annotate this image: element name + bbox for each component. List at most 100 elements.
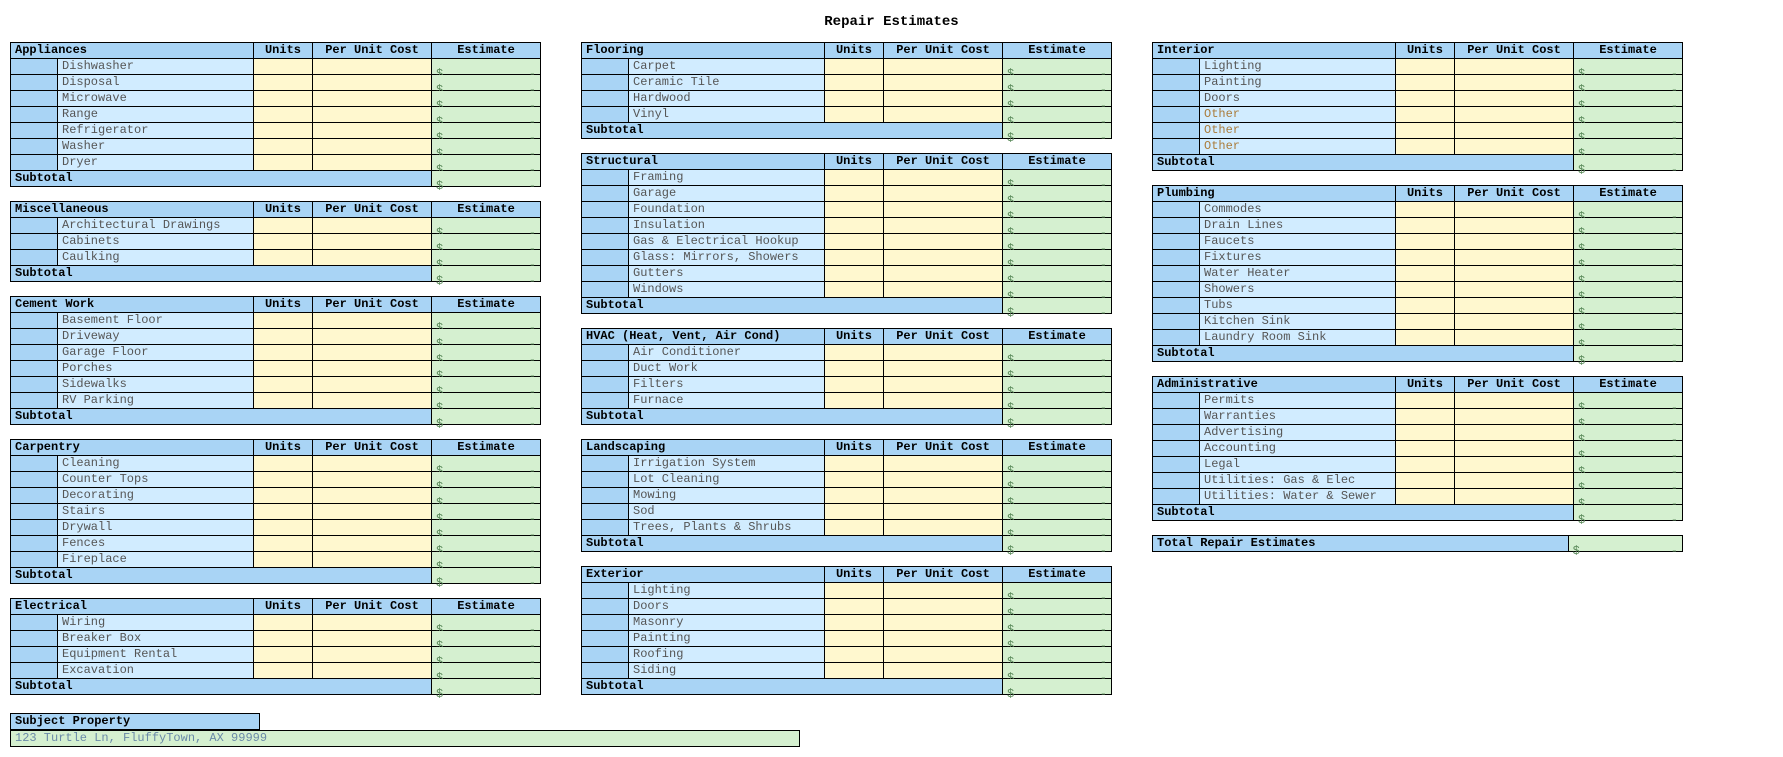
per-unit-cost-input[interactable]: [884, 234, 1003, 250]
units-input[interactable]: [254, 520, 313, 536]
per-unit-cost-input[interactable]: [884, 202, 1003, 218]
units-input[interactable]: [825, 282, 884, 298]
per-unit-cost-input[interactable]: [1455, 393, 1574, 409]
per-unit-cost-input[interactable]: [884, 361, 1003, 377]
per-unit-cost-input[interactable]: [884, 75, 1003, 91]
per-unit-cost-input[interactable]: [313, 456, 432, 472]
units-input[interactable]: [825, 520, 884, 536]
subject-property-value[interactable]: 123 Turtle Ln, FluffyTown, AX 99999: [10, 730, 800, 747]
units-input[interactable]: [825, 202, 884, 218]
units-input[interactable]: [1396, 425, 1455, 441]
units-input[interactable]: [825, 599, 884, 615]
units-input[interactable]: [254, 456, 313, 472]
units-input[interactable]: [254, 107, 313, 123]
units-input[interactable]: [1396, 282, 1455, 298]
units-input[interactable]: [254, 663, 313, 679]
units-input[interactable]: [1396, 409, 1455, 425]
units-input[interactable]: [254, 139, 313, 155]
units-input[interactable]: [1396, 250, 1455, 266]
units-input[interactable]: [1396, 457, 1455, 473]
units-input[interactable]: [825, 472, 884, 488]
units-input[interactable]: [254, 631, 313, 647]
units-input[interactable]: [825, 361, 884, 377]
per-unit-cost-input[interactable]: [884, 488, 1003, 504]
per-unit-cost-input[interactable]: [1455, 218, 1574, 234]
per-unit-cost-input[interactable]: [1455, 409, 1574, 425]
per-unit-cost-input[interactable]: [313, 234, 432, 250]
units-input[interactable]: [825, 631, 884, 647]
units-input[interactable]: [254, 75, 313, 91]
per-unit-cost-input[interactable]: [884, 345, 1003, 361]
units-input[interactable]: [825, 615, 884, 631]
per-unit-cost-input[interactable]: [884, 583, 1003, 599]
units-input[interactable]: [254, 91, 313, 107]
per-unit-cost-input[interactable]: [1455, 314, 1574, 330]
per-unit-cost-input[interactable]: [313, 345, 432, 361]
units-input[interactable]: [825, 393, 884, 409]
per-unit-cost-input[interactable]: [1455, 250, 1574, 266]
per-unit-cost-input[interactable]: [313, 250, 432, 266]
per-unit-cost-input[interactable]: [1455, 457, 1574, 473]
per-unit-cost-input[interactable]: [884, 170, 1003, 186]
per-unit-cost-input[interactable]: [884, 59, 1003, 75]
units-input[interactable]: [254, 218, 313, 234]
per-unit-cost-input[interactable]: [313, 91, 432, 107]
units-input[interactable]: [825, 218, 884, 234]
units-input[interactable]: [825, 345, 884, 361]
units-input[interactable]: [825, 250, 884, 266]
per-unit-cost-input[interactable]: [884, 663, 1003, 679]
units-input[interactable]: [1396, 218, 1455, 234]
per-unit-cost-input[interactable]: [313, 155, 432, 171]
per-unit-cost-input[interactable]: [313, 329, 432, 345]
per-unit-cost-input[interactable]: [1455, 91, 1574, 107]
units-input[interactable]: [1396, 393, 1455, 409]
per-unit-cost-input[interactable]: [884, 393, 1003, 409]
units-input[interactable]: [1396, 91, 1455, 107]
per-unit-cost-input[interactable]: [313, 536, 432, 552]
units-input[interactable]: [825, 488, 884, 504]
per-unit-cost-input[interactable]: [1455, 298, 1574, 314]
units-input[interactable]: [825, 186, 884, 202]
per-unit-cost-input[interactable]: [1455, 282, 1574, 298]
per-unit-cost-input[interactable]: [313, 313, 432, 329]
per-unit-cost-input[interactable]: [313, 123, 432, 139]
per-unit-cost-input[interactable]: [313, 631, 432, 647]
units-input[interactable]: [1396, 266, 1455, 282]
per-unit-cost-input[interactable]: [313, 139, 432, 155]
per-unit-cost-input[interactable]: [884, 631, 1003, 647]
units-input[interactable]: [1396, 298, 1455, 314]
units-input[interactable]: [254, 377, 313, 393]
units-input[interactable]: [825, 647, 884, 663]
units-input[interactable]: [1396, 139, 1455, 155]
per-unit-cost-input[interactable]: [1455, 330, 1574, 346]
units-input[interactable]: [254, 552, 313, 568]
units-input[interactable]: [1396, 330, 1455, 346]
units-input[interactable]: [825, 583, 884, 599]
units-input[interactable]: [1396, 314, 1455, 330]
per-unit-cost-input[interactable]: [884, 186, 1003, 202]
per-unit-cost-input[interactable]: [313, 552, 432, 568]
per-unit-cost-input[interactable]: [1455, 425, 1574, 441]
units-input[interactable]: [254, 536, 313, 552]
per-unit-cost-input[interactable]: [884, 504, 1003, 520]
units-input[interactable]: [254, 345, 313, 361]
units-input[interactable]: [254, 59, 313, 75]
units-input[interactable]: [1396, 202, 1455, 218]
units-input[interactable]: [825, 456, 884, 472]
per-unit-cost-input[interactable]: [1455, 107, 1574, 123]
units-input[interactable]: [254, 250, 313, 266]
per-unit-cost-input[interactable]: [313, 663, 432, 679]
per-unit-cost-input[interactable]: [313, 472, 432, 488]
per-unit-cost-input[interactable]: [313, 520, 432, 536]
units-input[interactable]: [254, 361, 313, 377]
per-unit-cost-input[interactable]: [313, 107, 432, 123]
units-input[interactable]: [825, 663, 884, 679]
units-input[interactable]: [1396, 75, 1455, 91]
units-input[interactable]: [1396, 107, 1455, 123]
units-input[interactable]: [1396, 234, 1455, 250]
per-unit-cost-input[interactable]: [1455, 473, 1574, 489]
units-input[interactable]: [254, 647, 313, 663]
per-unit-cost-input[interactable]: [1455, 139, 1574, 155]
per-unit-cost-input[interactable]: [1455, 266, 1574, 282]
units-input[interactable]: [254, 615, 313, 631]
